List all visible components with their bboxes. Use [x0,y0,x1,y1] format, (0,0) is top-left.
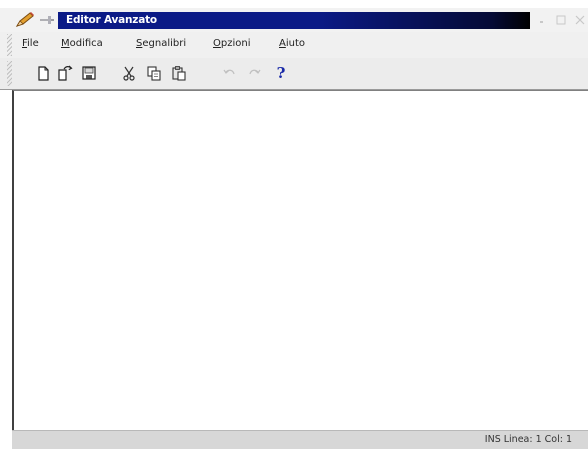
save-icon [82,66,96,80]
menu-file[interactable]: File [22,37,39,51]
menu-help-label: iuto [285,38,305,49]
pencil-icon[interactable] [14,11,36,29]
menu-options[interactable]: Opzioni [213,37,250,51]
title-bar[interactable]: Editor Avanzato [0,8,588,32]
undo-icon [223,69,235,75]
open-file-button[interactable] [56,64,74,82]
paste-button[interactable] [170,64,188,82]
editor-window: Editor Avanzato File Modifica Segnalibri… [0,0,588,449]
window-title: Editor Avanzato [66,14,157,26]
title-strip[interactable]: Editor Avanzato [58,12,530,29]
minimize-button[interactable] [534,12,550,28]
maximize-icon [556,15,566,25]
help-button[interactable]: ? [272,64,290,82]
help-icon: ? [276,64,286,82]
text-editor-area[interactable] [12,90,588,430]
menu-options-mnemonic: O [213,38,221,49]
cut-button[interactable] [120,64,138,82]
left-margin [0,90,12,430]
new-file-button[interactable] [34,64,52,82]
pin-icon[interactable] [38,11,56,29]
cut-icon [123,66,135,81]
copy-icon [147,66,161,81]
menu-edit-label: odifica [69,38,103,49]
redo-button[interactable] [246,64,264,82]
undo-button[interactable] [220,64,238,82]
menu-bar: File Modifica Segnalibri Opzioni Aiuto [0,32,588,58]
toolbar: ? [0,58,588,90]
paste-icon [172,66,186,81]
menu-edit-mnemonic: M [61,38,70,49]
redo-icon [249,69,261,75]
open-file-icon [58,65,73,81]
menu-help[interactable]: Aiuto [279,37,305,51]
menu-file-label: ile [27,38,39,49]
maximize-button[interactable] [553,12,569,28]
menu-help-mnemonic: A [279,38,286,49]
menubar-drag-handle[interactable] [7,34,12,56]
menu-options-label: pzioni [220,38,251,49]
new-file-icon [38,66,49,81]
close-button[interactable] [572,12,588,28]
menu-bookmarks[interactable]: Segnalibri [136,37,186,51]
copy-button[interactable] [145,64,163,82]
toolbar-drag-handle[interactable] [7,61,12,86]
minimize-icon [540,21,543,23]
menu-bookmarks-label: egnalibri [142,38,187,49]
save-button[interactable] [80,64,98,82]
status-bar: INS Linea: 1 Col: 1 [12,430,588,449]
menu-edit[interactable]: Modifica [61,37,103,51]
status-text: INS Linea: 1 Col: 1 [484,434,572,445]
close-icon [575,15,585,25]
